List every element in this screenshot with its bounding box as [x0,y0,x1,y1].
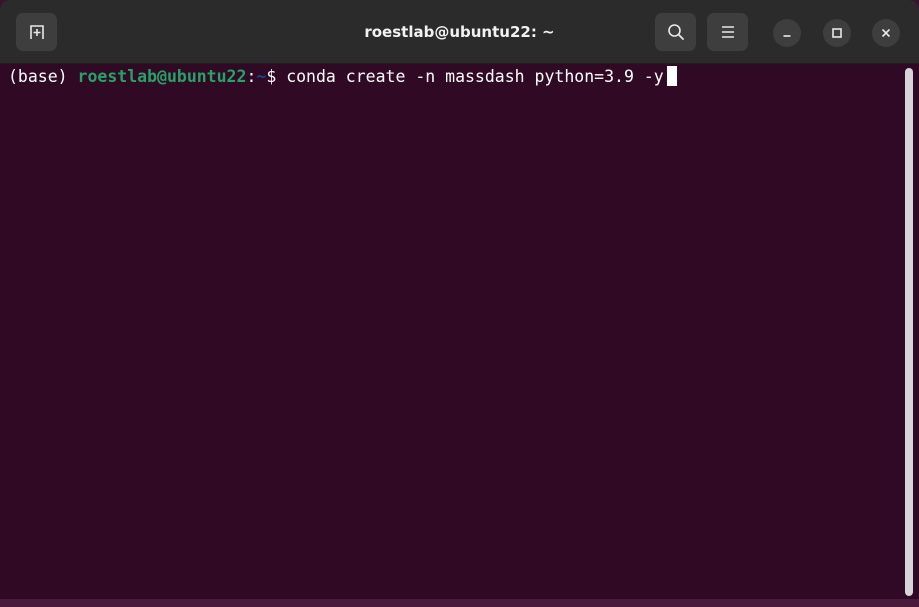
maximize-button[interactable] [823,19,851,47]
close-icon [881,28,891,38]
prompt-line: (base) roestlab@ubuntu22:~$ conda create… [8,66,677,88]
hamburger-menu-icon [721,26,734,38]
close-button[interactable] [872,19,900,47]
title-bar[interactable]: roestlab@ubuntu22: ~ [0,0,919,64]
menu-button[interactable] [707,13,748,51]
search-icon [667,24,684,40]
terminal-window: roestlab@ubuntu22: ~ (base) roestlab@ubu… [0,0,919,607]
prompt-symbol: $ [266,67,287,86]
minimize-button[interactable] [773,19,801,47]
conda-env: (base) [8,67,78,86]
new-tab-button[interactable] [16,13,57,51]
text-cursor [666,66,677,86]
scrollbar[interactable] [905,68,913,596]
command-text: conda create -n massdash python=3.9 -y [286,67,664,86]
search-button[interactable] [655,13,696,51]
terminal-area[interactable]: (base) roestlab@ubuntu22:~$ conda create… [0,64,919,607]
window-bottom-frame [0,599,919,607]
prompt-user-host: roestlab@ubuntu22 [77,67,247,86]
maximize-icon [832,28,842,38]
minimize-icon [783,35,791,37]
new-tab-icon [29,25,44,39]
prompt-path: ~ [256,67,267,86]
prompt-separator: : [246,67,257,86]
